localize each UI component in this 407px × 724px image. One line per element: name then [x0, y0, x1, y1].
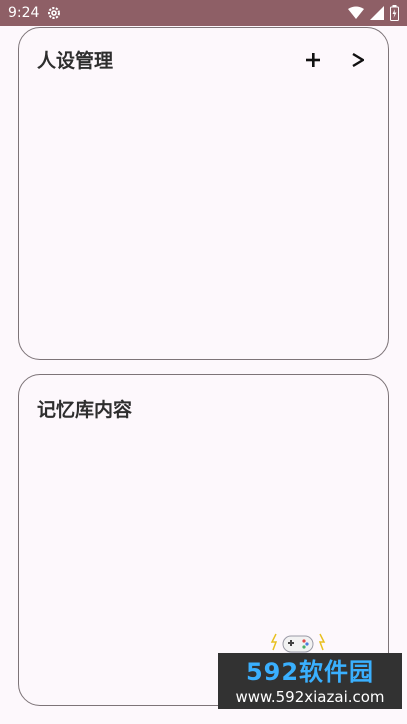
plus-icon [306, 53, 320, 67]
status-bar: 9:24 [0, 0, 407, 26]
wifi-icon [348, 6, 364, 19]
battery-icon [390, 5, 399, 21]
persona-management-title: 人设管理 [37, 50, 114, 72]
watermark-url: www.592xiazai.com [218, 685, 402, 709]
add-persona-button[interactable] [299, 46, 327, 74]
open-persona-button[interactable] [344, 46, 372, 74]
memory-library-title: 记忆库内容 [37, 399, 133, 421]
watermark: 592软件园 www.592xiazai.com [218, 628, 402, 720]
signal-icon [370, 6, 384, 20]
chevron-right-icon [352, 53, 364, 67]
persona-management-card: 人设管理 [18, 27, 389, 360]
watermark-brand: 592软件园 [218, 653, 402, 686]
gear-icon [48, 7, 60, 19]
status-time: 9:24 [8, 5, 40, 21]
status-icons [348, 4, 399, 22]
